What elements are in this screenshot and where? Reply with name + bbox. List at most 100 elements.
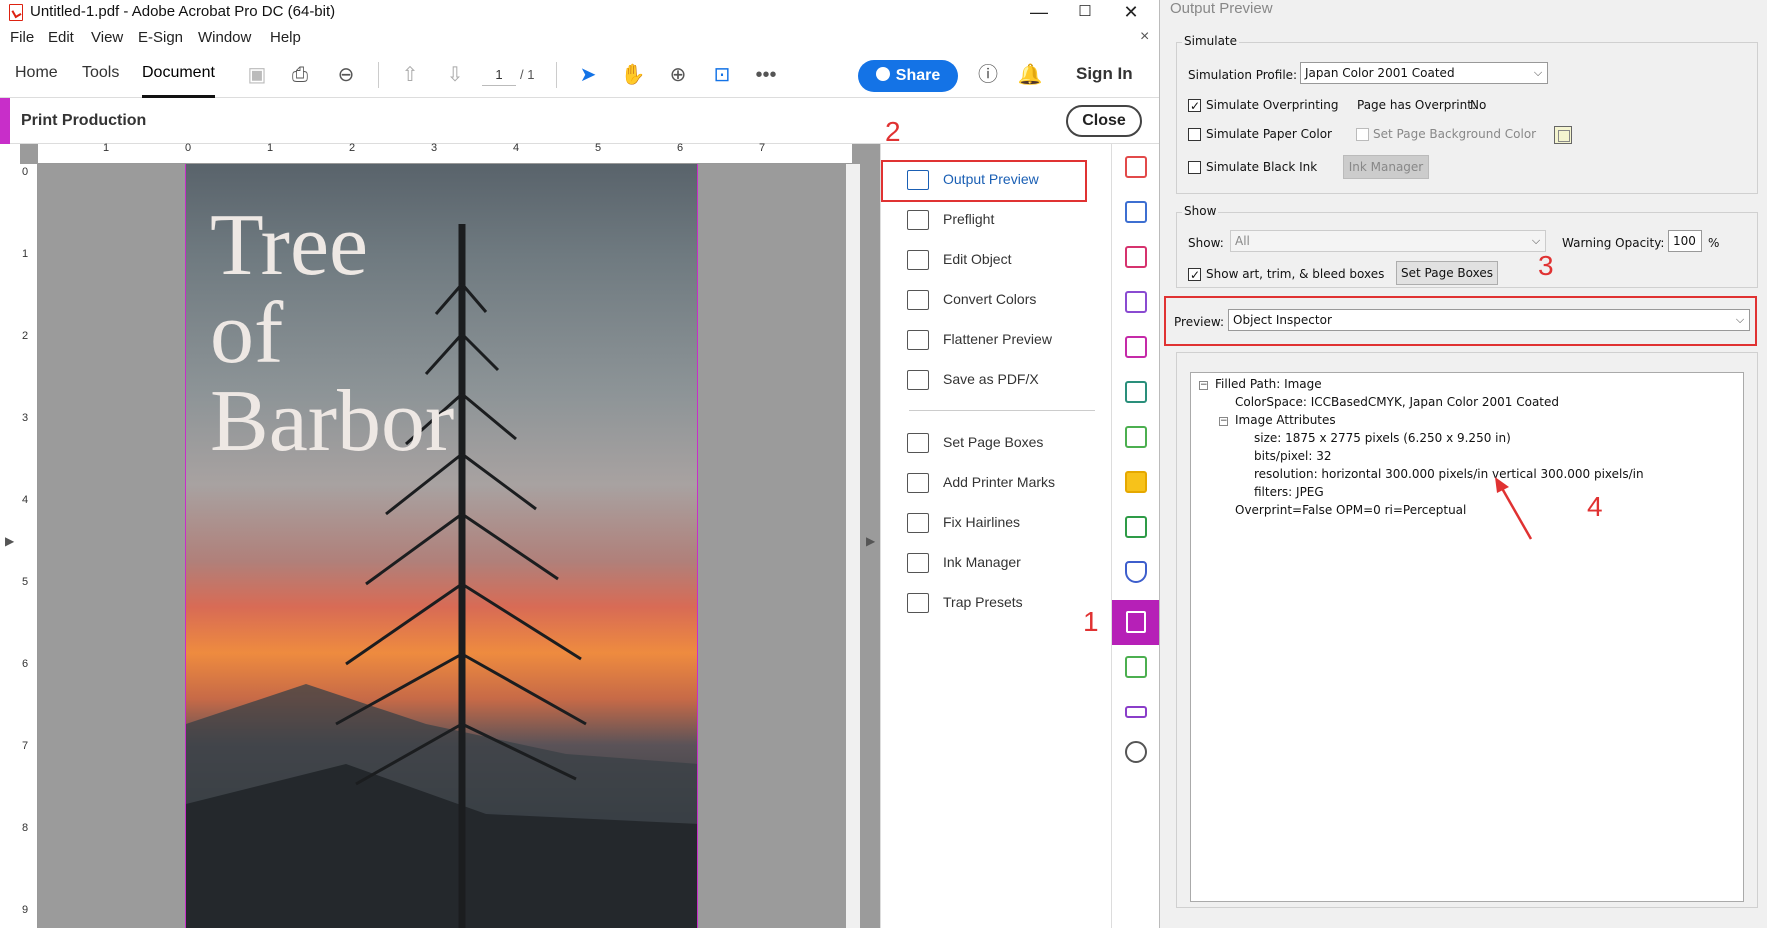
tool-flattener-preview[interactable]: Flattener Preview xyxy=(895,322,1095,358)
organize-pages-icon[interactable] xyxy=(1125,246,1147,268)
more-tools-icon[interactable]: ••• xyxy=(752,61,780,89)
title-bar: Untitled-1.pdf - Adobe Acrobat Pro DC (6… xyxy=(0,0,1159,26)
annotation-number-4: 4 xyxy=(1587,491,1603,522)
create-pdf-icon[interactable] xyxy=(1125,156,1147,178)
minimize-button[interactable]: — xyxy=(1016,0,1062,26)
close-document-icon[interactable]: × xyxy=(1140,28,1149,46)
zoom-in-icon[interactable]: ⊕ xyxy=(664,61,692,89)
protect-shield-icon[interactable] xyxy=(1125,561,1147,583)
ruler-tick-label: 4 xyxy=(513,142,520,154)
comment-icon[interactable] xyxy=(1125,471,1147,493)
collapse-filled-path-icon[interactable]: − xyxy=(1199,381,1208,390)
chevron-down-icon: ⌵ xyxy=(1735,313,1745,326)
fit-page-icon[interactable]: ⊡ xyxy=(708,61,736,89)
tool-trap-presets[interactable]: Trap Presets xyxy=(895,585,1095,621)
stamp-icon[interactable] xyxy=(1125,656,1147,678)
ruler-tick-label: 1 xyxy=(267,142,274,154)
show-select[interactable]: All ⌵ xyxy=(1230,230,1546,252)
tab-tools[interactable]: Tools xyxy=(82,64,119,82)
export-pdf-icon[interactable] xyxy=(1125,201,1147,223)
output-preview-title: Output Preview xyxy=(1170,0,1273,17)
print-production-accent xyxy=(0,98,10,144)
select-cursor-icon[interactable]: ➤ xyxy=(574,61,602,89)
simulation-profile-select[interactable]: Japan Color 2001 Coated ⌵ xyxy=(1300,62,1548,84)
warning-opacity-input[interactable]: 100 xyxy=(1668,230,1702,252)
preview-select[interactable]: Object Inspector ⌵ xyxy=(1228,309,1750,331)
printer-marks-icon xyxy=(907,473,929,493)
acrobat-window: Untitled-1.pdf - Adobe Acrobat Pro DC (6… xyxy=(0,0,1160,928)
zoom-out-icon[interactable]: ⊖ xyxy=(332,61,360,89)
simulate-paper-color-label: Simulate Paper Color xyxy=(1206,127,1332,141)
save-pdfx-icon xyxy=(907,370,929,390)
sign-in-link[interactable]: Sign In xyxy=(1076,64,1133,84)
tool-ink-manager[interactable]: Ink Manager xyxy=(895,545,1095,581)
menu-view[interactable]: View xyxy=(91,29,123,46)
ink-manager-icon xyxy=(907,553,929,573)
tool-set-page-boxes[interactable]: Set Page Boxes xyxy=(895,425,1095,461)
simulate-black-ink-checkbox[interactable] xyxy=(1188,161,1201,174)
previous-page-icon[interactable]: ⇧ xyxy=(396,61,424,89)
expand-left-panel-icon[interactable]: ▶ xyxy=(5,534,14,548)
object-inspector-tree[interactable]: − Filled Path: Image ColorSpace: ICCBase… xyxy=(1190,372,1744,902)
hand-tool-icon[interactable]: ✋ xyxy=(619,61,647,89)
ink-manager-button[interactable]: Ink Manager xyxy=(1343,155,1429,179)
menu-edit[interactable]: Edit xyxy=(48,29,74,46)
ruler-tick-label: 2 xyxy=(349,142,356,154)
vertical-scrollbar[interactable] xyxy=(846,164,860,928)
print-icon[interactable]: ⎙ xyxy=(286,61,314,89)
tool-label: Set Page Boxes xyxy=(943,434,1044,450)
next-page-icon[interactable]: ⇩ xyxy=(441,61,469,89)
tab-home[interactable]: Home xyxy=(15,64,58,82)
measure-ruler-icon[interactable] xyxy=(1125,706,1147,718)
notification-bell-icon[interactable]: 🔔 xyxy=(1016,61,1044,89)
menu-window[interactable]: Window xyxy=(198,29,251,46)
help-icon[interactable]: ⓘ xyxy=(974,61,1002,89)
save-icon[interactable]: ▣ xyxy=(243,61,271,89)
tree-colorspace: ColorSpace: ICCBasedCMYK, Japan Color 20… xyxy=(1235,395,1560,409)
tree-bits-per-pixel: bits/pixel: 32 xyxy=(1254,449,1332,463)
compare-files-icon[interactable] xyxy=(1125,426,1147,448)
simulate-overprinting-checkbox[interactable] xyxy=(1188,99,1201,112)
collapse-image-attributes-icon[interactable]: − xyxy=(1219,417,1228,426)
tree-filters: filters: JPEG xyxy=(1254,485,1324,499)
edit-object-icon xyxy=(907,250,929,270)
prepare-form-icon[interactable] xyxy=(1125,516,1147,538)
annotation-number-2: 2 xyxy=(885,116,901,147)
tool-label: Ink Manager xyxy=(943,554,1021,570)
more-tools-wrench-icon[interactable] xyxy=(1125,741,1147,763)
send-for-signature-icon[interactable] xyxy=(1125,336,1147,358)
collapse-tools-panel-icon[interactable]: ▶ xyxy=(866,534,875,548)
tool-add-printer-marks[interactable]: Add Printer Marks xyxy=(895,465,1095,501)
tab-document[interactable]: Document xyxy=(142,64,215,82)
tree-size: size: 1875 x 2775 pixels (6.250 x 9.250 … xyxy=(1254,431,1511,445)
tool-edit-object[interactable]: Edit Object xyxy=(895,242,1095,278)
tool-fix-hairlines[interactable]: Fix Hairlines xyxy=(895,505,1095,541)
share-button[interactable]: Share xyxy=(858,60,958,92)
print-production-active-icon[interactable] xyxy=(1112,600,1159,645)
tool-save-as-pdfx[interactable]: Save as PDF/X xyxy=(895,362,1095,398)
set-page-boxes-button[interactable]: Set Page Boxes xyxy=(1396,261,1498,285)
show-value: All xyxy=(1235,234,1250,248)
tool-label: Fix Hairlines xyxy=(943,514,1021,530)
print-production-tools-panel: Output Preview Preflight Edit Object Con… xyxy=(881,116,1111,928)
show-boxes-checkbox[interactable] xyxy=(1188,268,1201,281)
page-number-input[interactable]: 1 xyxy=(482,64,516,86)
menu-file[interactable]: File xyxy=(10,29,34,46)
main-toolbar: Home Tools Document ▣ ⎙ ⊖ ⇧ ⇩ 1 / 1 ➤ ✋ … xyxy=(0,52,1159,98)
maximize-button[interactable]: ☐ xyxy=(1062,0,1108,26)
close-print-production-button[interactable]: Close xyxy=(1066,105,1142,137)
tool-preflight[interactable]: Preflight xyxy=(895,202,1095,238)
pdf-page[interactable]: Tree of Barbor xyxy=(185,164,698,928)
page-background-color-swatch[interactable] xyxy=(1554,126,1572,144)
print-production-bar: Print Production Close xyxy=(0,98,1159,144)
menu-help[interactable]: Help xyxy=(270,29,301,46)
menu-esign[interactable]: E-Sign xyxy=(138,29,183,46)
simulate-paper-color-checkbox[interactable] xyxy=(1188,128,1201,141)
annotation-number-1: 1 xyxy=(1083,606,1099,637)
set-page-background-checkbox[interactable] xyxy=(1356,128,1369,141)
vertical-ruler: 0 1 2 3 4 5 6 7 8 9 xyxy=(20,164,38,928)
close-window-button[interactable]: ✕ xyxy=(1108,0,1154,26)
tool-convert-colors[interactable]: Convert Colors xyxy=(895,282,1095,318)
fill-sign-icon[interactable] xyxy=(1125,291,1147,313)
send-track-icon[interactable] xyxy=(1125,381,1147,403)
